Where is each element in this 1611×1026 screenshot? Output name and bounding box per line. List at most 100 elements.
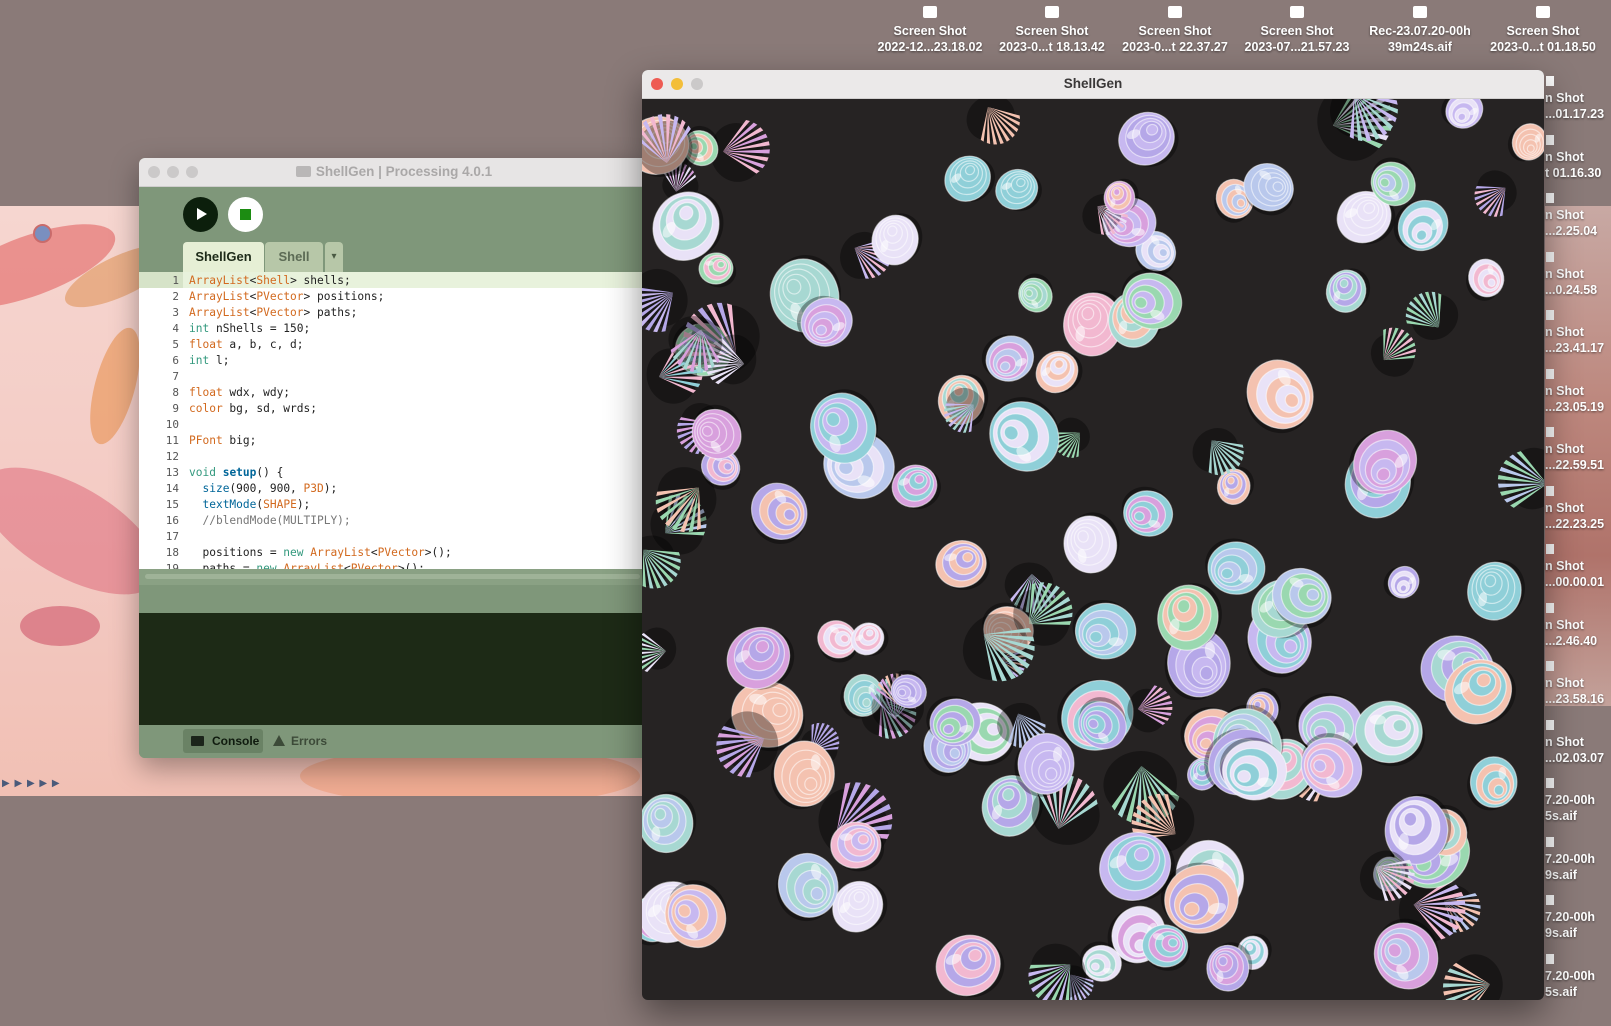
line-number: 11 xyxy=(165,434,179,447)
console-area[interactable] xyxy=(139,613,649,725)
code-token: //blendMode(MULTIPLY); xyxy=(189,514,351,527)
file-name-line1: 7.20-00h xyxy=(1545,851,1596,866)
code-editor[interactable]: 1 2 3 4 5 6 7 8 9 10 11 12 13 14 15 16 17 18 19 ArrayList<… xyxy=(139,272,649,569)
status-bar xyxy=(139,585,649,613)
shell xyxy=(1507,123,1544,162)
tab-menu-dropdown[interactable]: ▾ xyxy=(325,242,343,272)
code-line[interactable]: PFont big; xyxy=(189,434,256,447)
shell xyxy=(1467,559,1525,621)
code-line[interactable]: float a, b, c, d; xyxy=(189,338,304,351)
desktop-file-icon[interactable]: n Shot ...02.03.07 xyxy=(1545,719,1611,766)
code-line[interactable]: ArrayList<Shell> shells; xyxy=(189,274,351,287)
desktop-file-icon[interactable]: n Shot ...22.59.51 xyxy=(1545,427,1611,473)
errors-tab-button[interactable]: Errors xyxy=(273,729,343,753)
code-token: < xyxy=(370,546,378,559)
code-line[interactable]: ArrayList<PVector> paths; xyxy=(189,306,357,319)
file-name-line1: n Shot xyxy=(1545,149,1584,164)
desktop-file-icon[interactable]: 7.20-00h 5s.aif xyxy=(1545,778,1611,824)
desktop-file-icon[interactable]: 7.20-00h 9s.aif xyxy=(1545,836,1611,883)
desktop-file-icon[interactable]: 7.20-00h 9s.aif xyxy=(1545,895,1611,941)
desktop-file-icon[interactable]: 7.20-00h 5s.aif xyxy=(1545,953,1611,1000)
code-line[interactable]: color bg, sd, wrds; xyxy=(189,402,317,415)
desktop-file-icon[interactable]: n Shot ...0.24.58 xyxy=(1545,251,1611,298)
code-line[interactable]: void setup() { xyxy=(189,466,283,479)
shell xyxy=(1474,170,1517,217)
code-token: ArrayList xyxy=(310,546,371,559)
code-line[interactable]: ArrayList<PVector> positions; xyxy=(189,290,384,303)
file-name-line1: n Shot xyxy=(1545,383,1584,398)
shell xyxy=(698,252,737,288)
file-icon xyxy=(1546,427,1554,437)
desktop-file-icon[interactable]: Screen Shot 2022-12...23.18.02 xyxy=(870,6,990,55)
file-name-line2: ...22.59.51 xyxy=(1545,458,1605,472)
shell xyxy=(1206,942,1253,992)
code-token: () { xyxy=(256,466,284,479)
tab-shellgen[interactable]: ShellGen xyxy=(183,242,264,272)
processing-ide-window: ShellGen | Processing 4.0.1 ShellGen She… xyxy=(139,158,649,758)
file-icon xyxy=(1413,6,1427,18)
play-icon xyxy=(197,208,207,220)
file-icon xyxy=(1546,895,1554,905)
file-icon xyxy=(1546,778,1554,788)
code-line[interactable]: float wdx, wdy; xyxy=(189,386,290,399)
scrollbar-thumb[interactable] xyxy=(145,574,640,579)
shell xyxy=(944,155,996,202)
horizontal-scrollbar[interactable] xyxy=(139,569,649,585)
sketch-canvas[interactable] xyxy=(642,99,1544,1000)
code-line[interactable]: positions = new ArrayList<PVector>(); xyxy=(189,546,451,559)
desktop-file-icon[interactable]: n Shot ...23.41.17 xyxy=(1545,310,1611,356)
shell-whorl xyxy=(1392,719,1408,733)
line-number: 13 xyxy=(165,466,179,479)
ide-titlebar[interactable]: ShellGen | Processing 4.0.1 xyxy=(139,158,649,187)
desktop-file-icon[interactable]: Rec-23.07.20-00h 39m24s.aif xyxy=(1360,6,1480,55)
run-button[interactable] xyxy=(183,197,218,232)
line-number: 12 xyxy=(165,450,179,463)
file-name-line1: n Shot xyxy=(1545,266,1584,281)
line-number: 18 xyxy=(165,546,179,559)
code-line[interactable]: textMode(SHAPE); xyxy=(189,498,310,511)
desktop-file-icon[interactable]: n Shot ...01.17.23 xyxy=(1545,76,1611,122)
tab-shell[interactable]: Shell xyxy=(265,242,323,272)
file-icon xyxy=(1546,134,1554,145)
shell-whorl xyxy=(1493,784,1505,796)
desktop-file-icon[interactable]: n Shot ...22.23.25 xyxy=(1545,485,1611,532)
shell xyxy=(1467,756,1518,811)
desktop-file-icon[interactable]: n Shot ...2.46.40 xyxy=(1545,602,1611,649)
shell xyxy=(1205,538,1266,595)
file-name-line2: ...22.23.25 xyxy=(1545,516,1605,531)
desktop-file-icon[interactable]: n Shot t 01.16.30 xyxy=(1545,134,1611,181)
desktop-file-icon[interactable]: Screen Shot 2023-0...t 22.37.27 xyxy=(1115,6,1235,55)
line-number: 6 xyxy=(172,354,179,367)
console-tab-button[interactable]: Console xyxy=(183,729,263,753)
line-number: 19 xyxy=(165,562,179,569)
desktop-file-icon[interactable]: Screen Shot 2023-07...21.57.23 xyxy=(1237,6,1357,55)
code-token: >(); xyxy=(397,562,425,569)
code-line[interactable]: size(900, 900, P3D); xyxy=(189,482,337,495)
desktop-file-icon[interactable]: n Shot ...00.00.01 xyxy=(1545,544,1611,590)
code-line[interactable]: int nShells = 150; xyxy=(189,322,310,335)
file-icon xyxy=(1546,661,1554,671)
code-line[interactable]: paths = new ArrayList<PVector>(); xyxy=(189,562,425,569)
stop-button[interactable] xyxy=(228,197,263,232)
sketch-titlebar[interactable]: ShellGen xyxy=(642,70,1544,99)
file-icon xyxy=(1546,602,1554,613)
line-number: 14 xyxy=(165,482,179,495)
file-name-line2: 2023-07...21.57.23 xyxy=(1244,40,1350,54)
desktop-file-icon[interactable]: n Shot ...23.58.16 xyxy=(1545,661,1611,707)
file-name-line2: ...23.05.19 xyxy=(1545,399,1605,414)
shell xyxy=(1405,291,1459,340)
stop-icon xyxy=(240,209,251,220)
desktop-file-icon[interactable]: Screen Shot 2023-0...t 01.18.50 xyxy=(1483,6,1603,55)
code-token: int xyxy=(189,322,210,335)
file-icon xyxy=(1546,251,1554,262)
desktop-file-icon[interactable]: n Shot ...2.25.04 xyxy=(1545,193,1611,239)
shell-whorl xyxy=(1403,811,1418,827)
file-name-line2: 5s.aif xyxy=(1545,984,1577,999)
desktop-file-icon[interactable]: n Shot ...23.05.19 xyxy=(1545,368,1611,415)
code-line[interactable]: //blendMode(MULTIPLY); xyxy=(189,514,351,527)
desktop-file-icon[interactable]: Screen Shot 2023-0...t 18.13.42 xyxy=(992,6,1112,55)
file-icon xyxy=(1546,953,1554,964)
line-number: 16 xyxy=(165,514,179,527)
code-line[interactable]: int l; xyxy=(189,354,229,367)
line-number: 5 xyxy=(172,338,179,351)
